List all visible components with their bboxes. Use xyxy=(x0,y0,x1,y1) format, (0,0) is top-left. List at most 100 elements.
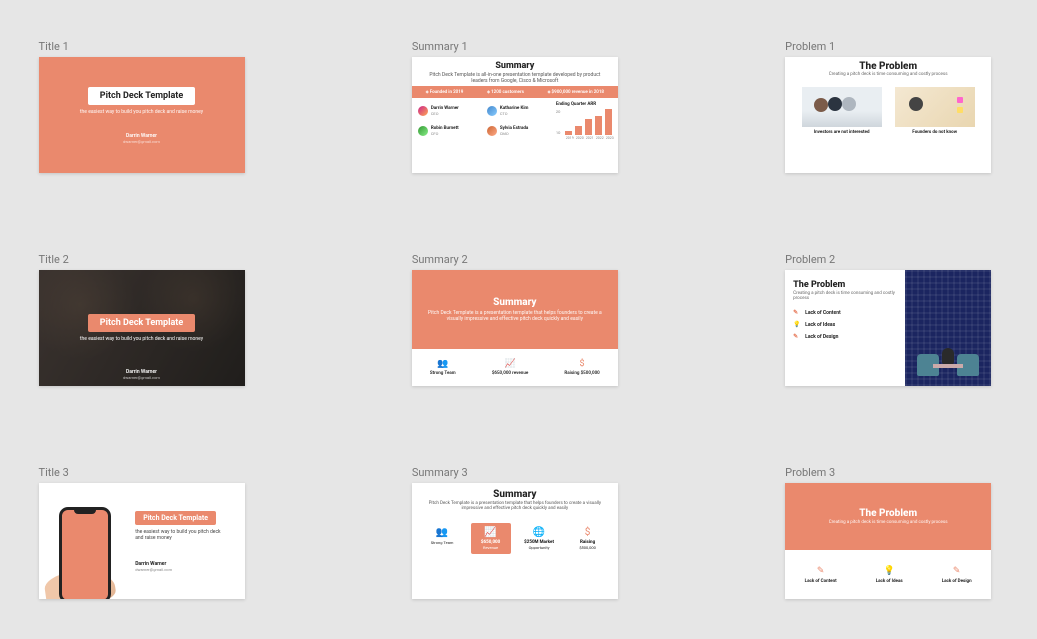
cell-problem-1: Problem 1 The Problem Creating a pitch d… xyxy=(785,40,991,173)
pencil-icon: ✎ xyxy=(805,566,837,576)
team-icon: 👥 xyxy=(430,359,456,369)
slide-label: Summary 3 xyxy=(412,466,618,479)
slide-title: The Problem xyxy=(793,280,896,290)
globe-icon: 🌐 xyxy=(521,527,557,538)
slide-problem-3[interactable]: The Problem Creating a pitch deck is tim… xyxy=(785,483,991,599)
slide-subtitle: Creating a pitch deck is time consuming … xyxy=(829,520,948,525)
template-grid: Title 1 Pitch Deck Template the easiest … xyxy=(39,40,999,599)
slide-subtitle: Creating a pitch deck is time consuming … xyxy=(793,291,896,301)
slide-label: Title 2 xyxy=(39,253,245,266)
slide-problem-1[interactable]: The Problem Creating a pitch deck is tim… xyxy=(785,57,991,173)
tagline: the easiest way to build you pitch deck … xyxy=(135,529,225,541)
author-email: dwarner@gmail.com xyxy=(39,375,245,380)
stat-item: 👥Strong Team xyxy=(430,359,456,376)
cell-summary-1: Summary 1 Summary Pitch Deck Template is… xyxy=(412,40,618,173)
cell-summary-2: Summary 2 Summary Pitch Deck Template is… xyxy=(412,253,618,386)
slide-summary-2[interactable]: Summary Pitch Deck Template is a present… xyxy=(412,270,618,386)
slide-subtitle: Pitch Deck Template is all-in-one presen… xyxy=(422,72,608,84)
cell-problem-2: Problem 2 The Problem Creating a pitch d… xyxy=(785,253,991,386)
problem-item: 💡Lack of Ideas xyxy=(876,566,903,584)
ribbon-stat: Founded in 2019 xyxy=(426,89,464,95)
cell-summary-3: Summary 3 Summary Pitch Deck Template is… xyxy=(412,466,618,599)
slide-label: Title 3 xyxy=(39,466,245,479)
chart-icon: 📈 xyxy=(492,359,528,369)
photo-icon xyxy=(905,270,992,386)
stat-card: 👥Strong Team xyxy=(422,523,462,554)
slide-label: Title 1 xyxy=(39,40,245,53)
avatar-icon xyxy=(418,126,428,136)
chart-bar xyxy=(565,131,572,135)
slide-label: Problem 1 xyxy=(785,40,991,53)
author-email: dwarner@gmail.com xyxy=(123,139,160,144)
team-grid: Darrin WarnerCEO Katharine KimCTO Robin … xyxy=(418,102,550,140)
photo-icon xyxy=(895,87,975,127)
tagline: the easiest way to build you pitch deck … xyxy=(80,109,203,115)
slide-title: Summary xyxy=(493,297,536,308)
avatar-icon xyxy=(487,106,497,116)
avatar-icon xyxy=(418,106,428,116)
slide-title: The Problem xyxy=(859,508,917,519)
slide-title-3[interactable]: Pitch Deck Template the easiest way to b… xyxy=(39,483,245,599)
problem-item: ✎Lack of Design xyxy=(942,566,972,584)
stat-card: 🌐$250M MarketOpportunity xyxy=(519,523,559,554)
chart-bar xyxy=(605,109,612,135)
stat-card-highlight: 📈$650,000Revenue xyxy=(471,523,511,554)
list-item: 💡Lack of Ideas xyxy=(793,321,896,328)
brush-icon: ✎ xyxy=(942,566,972,576)
cell-problem-3: Problem 3 The Problem Creating a pitch d… xyxy=(785,466,991,599)
slide-subtitle: Creating a pitch deck is time consuming … xyxy=(785,72,991,77)
list-item: ✎Lack of Design xyxy=(793,333,896,340)
ribbon-stat: 1200 customers xyxy=(487,89,524,95)
team-member: Robin BurnettCFO xyxy=(418,122,481,140)
problem-item: ✎Lack of Content xyxy=(805,566,837,584)
chart-bar xyxy=(595,116,602,136)
team-member: Katharine KimCTO xyxy=(487,102,550,120)
photo-icon xyxy=(802,87,882,127)
tagline: the easiest way to build you pitch deck … xyxy=(80,336,203,342)
avatar-icon xyxy=(487,126,497,136)
slide-title: Summary xyxy=(422,61,608,71)
brush-icon: ✎ xyxy=(793,333,801,340)
problem-item: Founders do not know xyxy=(895,87,975,135)
team-member: Sylvia EstradaCMO xyxy=(487,122,550,140)
chart-icon: 📈 xyxy=(473,527,509,538)
slide-label: Summary 1 xyxy=(412,40,618,53)
slide-label: Summary 2 xyxy=(412,253,618,266)
stat-card: $Raising$500,000 xyxy=(568,523,608,554)
slide-summary-3[interactable]: Summary Pitch Deck Template is a present… xyxy=(412,483,618,599)
cell-title-2: Title 2 Pitch Deck Template the easiest … xyxy=(39,253,245,386)
stats-ribbon: Founded in 2019 1200 customers $900,000 … xyxy=(412,86,618,98)
arr-bar-chart: Ending Quarter ARR 2010 2019202020212022… xyxy=(556,102,612,140)
caption: Investors are not interested xyxy=(802,130,882,135)
heading-badge: Pitch Deck Template xyxy=(135,511,216,525)
stat-item: $Raising $500,000 xyxy=(564,359,599,376)
slide-problem-2[interactable]: The Problem Creating a pitch deck is tim… xyxy=(785,270,991,386)
problem-item: Investors are not interested xyxy=(802,87,882,135)
chart-title: Ending Quarter ARR xyxy=(556,102,612,107)
team-member: Darrin WarnerCEO xyxy=(418,102,481,120)
stat-item: 📈$650,000 revenue xyxy=(492,359,528,376)
slide-title-2[interactable]: Pitch Deck Template the easiest way to b… xyxy=(39,270,245,386)
heading-badge: Pitch Deck Template xyxy=(88,87,195,105)
cell-title-1: Title 1 Pitch Deck Template the easiest … xyxy=(39,40,245,173)
list-item: ✎Lack of Content xyxy=(793,309,896,316)
slide-title: The Problem xyxy=(785,61,991,72)
heading-badge: Pitch Deck Template xyxy=(88,314,195,332)
slide-title-1[interactable]: Pitch Deck Template the easiest way to b… xyxy=(39,57,245,173)
dollar-icon: $ xyxy=(570,527,606,538)
team-icon: 👥 xyxy=(424,527,460,538)
slide-title: Summary xyxy=(424,489,606,500)
pencil-icon: ✎ xyxy=(793,309,801,316)
slide-subtitle: Pitch Deck Template is a presentation te… xyxy=(426,310,604,322)
bulb-icon: 💡 xyxy=(876,566,903,576)
slide-summary-1[interactable]: Summary Pitch Deck Template is all-in-on… xyxy=(412,57,618,173)
slide-label: Problem 3 xyxy=(785,466,991,479)
author-email: dwarner@gmail.com xyxy=(135,567,244,572)
bulb-icon: 💡 xyxy=(793,321,801,328)
cell-title-3: Title 3 Pitch Deck Template the easiest … xyxy=(39,466,245,599)
caption: Founders do not know xyxy=(895,130,975,135)
slide-label: Problem 2 xyxy=(785,253,991,266)
slide-subtitle: Pitch Deck Template is a presentation te… xyxy=(424,501,606,511)
phone-mockup-icon xyxy=(39,483,132,599)
chart-bar xyxy=(575,126,582,135)
